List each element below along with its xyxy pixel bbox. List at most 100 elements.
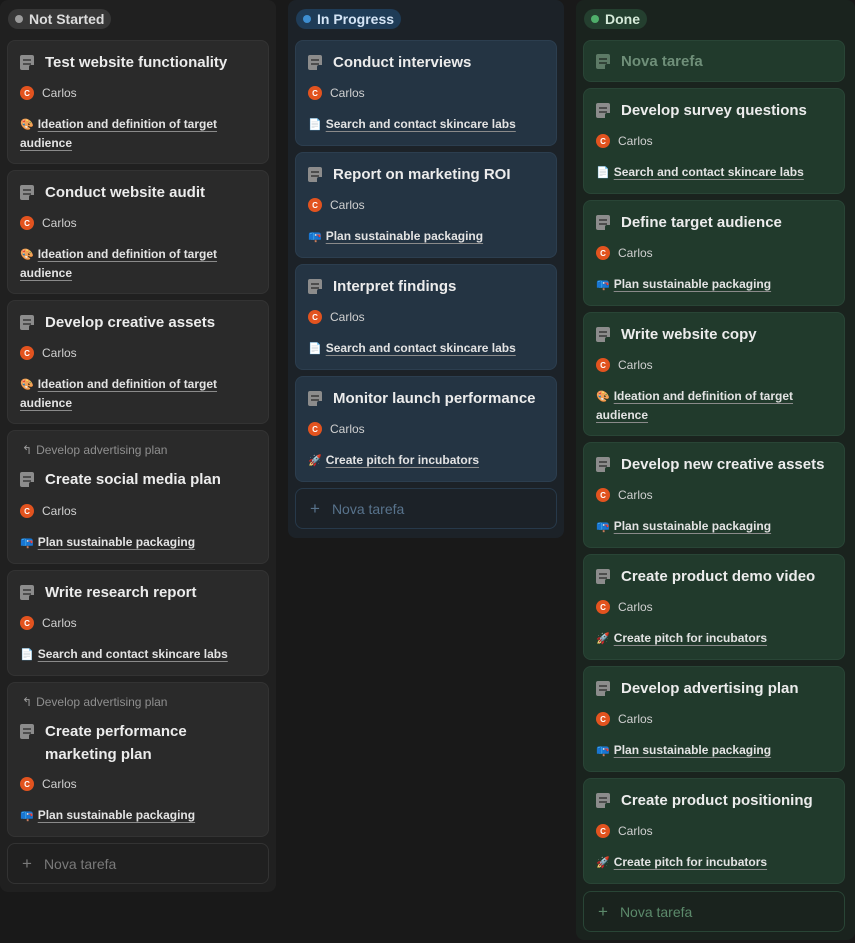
task-card[interactable]: Conduct interviews C Carlos 📄 Search and … bbox=[295, 40, 557, 146]
avatar: C bbox=[596, 824, 610, 838]
page-icon bbox=[596, 681, 610, 696]
assignee[interactable]: C Carlos bbox=[20, 616, 77, 630]
assignee[interactable]: C Carlos bbox=[20, 504, 77, 518]
task-card[interactable]: Develop new creative assets C Carlos 📪 Pl… bbox=[583, 442, 845, 548]
parent-task[interactable]: ↰ Develop advertising plan bbox=[22, 695, 167, 709]
parent-task-label: Develop advertising plan bbox=[36, 443, 168, 457]
assignee[interactable]: C Carlos bbox=[308, 422, 365, 436]
task-card[interactable]: Develop advertising plan C Carlos 📪 Plan … bbox=[583, 666, 845, 772]
task-card[interactable]: Define target audience C Carlos 📪 Plan su… bbox=[583, 200, 845, 306]
new-task-button[interactable]: + Nova tarefa bbox=[583, 891, 845, 932]
palette-icon: 🎨 bbox=[596, 391, 610, 403]
relation-link[interactable]: 🎨 Ideation and definition of target audie… bbox=[20, 375, 258, 412]
relation-text: Plan sustainable packaging bbox=[37, 535, 196, 549]
card-title-row: Conduct interviews bbox=[308, 51, 546, 74]
task-card[interactable]: ↰ Develop advertising plan Create social… bbox=[7, 430, 269, 564]
task-card[interactable]: Write website copy C Carlos 🎨 Ideation an… bbox=[583, 312, 845, 436]
relation-text: Search and contact skincare labs bbox=[613, 165, 804, 179]
relation-link[interactable]: 📄 Search and contact skincare labs bbox=[308, 115, 546, 134]
task-card[interactable]: Report on marketing ROI C Carlos 📪 Plan s… bbox=[295, 152, 557, 258]
assignee[interactable]: C Carlos bbox=[20, 86, 77, 100]
new-task-label: Nova tarefa bbox=[43, 855, 117, 872]
column-header: In Progress bbox=[296, 9, 402, 29]
assignee[interactable]: C Carlos bbox=[596, 712, 653, 726]
card-title-row: Develop survey questions bbox=[596, 99, 834, 122]
assignee[interactable]: C Carlos bbox=[596, 134, 653, 148]
relation-link[interactable]: 📪 Plan sustainable packaging bbox=[308, 227, 546, 246]
task-card[interactable]: Develop creative assets C Carlos 🎨 Ideati… bbox=[7, 300, 269, 424]
page-icon bbox=[20, 185, 34, 200]
card-title: Conduct website audit bbox=[45, 184, 206, 201]
new-task-button[interactable]: + Nova tarefa bbox=[7, 843, 269, 884]
assignee-name: Carlos bbox=[42, 346, 77, 360]
avatar: C bbox=[596, 600, 610, 614]
page-icon bbox=[596, 103, 610, 118]
assignee-name: Carlos bbox=[42, 86, 77, 100]
task-card[interactable]: Write research report C Carlos 📄 Search a… bbox=[7, 570, 269, 676]
assignee-name: Carlos bbox=[618, 134, 653, 148]
relation-link[interactable]: 🎨 Ideation and definition of target audie… bbox=[596, 387, 834, 424]
page-icon bbox=[20, 55, 34, 70]
card-title-row: Conduct website audit bbox=[20, 181, 258, 204]
task-card[interactable]: Develop survey questions C Carlos 📄 Searc… bbox=[583, 88, 845, 194]
column-label: Not Started bbox=[29, 11, 105, 27]
assignee[interactable]: C Carlos bbox=[20, 216, 77, 230]
relation-link[interactable]: 📪 Plan sustainable packaging bbox=[596, 517, 834, 536]
status-badge-in-progress[interactable]: In Progress bbox=[296, 9, 402, 29]
assignee-name: Carlos bbox=[330, 310, 365, 324]
relation-link[interactable]: 🚀 Create pitch for incubators bbox=[596, 629, 834, 648]
assignee[interactable]: C Carlos bbox=[308, 86, 365, 100]
new-task-button[interactable]: + Nova tarefa bbox=[295, 488, 557, 529]
relation-link[interactable]: 📪 Plan sustainable packaging bbox=[596, 741, 834, 760]
relation-link[interactable]: 🎨 Ideation and definition of target audie… bbox=[20, 245, 258, 282]
rocket-icon: 🚀 bbox=[596, 857, 610, 869]
relation-link[interactable]: 📄 Search and contact skincare labs bbox=[20, 645, 258, 664]
assignee[interactable]: C Carlos bbox=[596, 246, 653, 260]
relation-link[interactable]: 🚀 Create pitch for incubators bbox=[596, 853, 834, 872]
card-title-row: Develop creative assets bbox=[20, 311, 258, 334]
status-badge-not-started[interactable]: Not Started bbox=[8, 9, 112, 29]
assignee[interactable]: C Carlos bbox=[596, 600, 653, 614]
relation-link[interactable]: 🚀 Create pitch for incubators bbox=[308, 451, 546, 470]
assignee[interactable]: C Carlos bbox=[596, 488, 653, 502]
assignee[interactable]: C Carlos bbox=[308, 198, 365, 212]
card-title-row: Write research report bbox=[20, 581, 258, 604]
palette-icon: 🎨 bbox=[20, 249, 34, 261]
draft-task-card[interactable]: Nova tarefa bbox=[583, 40, 845, 82]
assignee-name: Carlos bbox=[618, 600, 653, 614]
status-badge-done[interactable]: Done bbox=[584, 9, 647, 29]
avatar: C bbox=[308, 310, 322, 324]
task-card[interactable]: Interpret findings C Carlos 📄 Search and … bbox=[295, 264, 557, 370]
page-icon bbox=[20, 724, 34, 739]
task-card[interactable]: Create product positioning C Carlos 🚀 Cre… bbox=[583, 778, 845, 884]
column-label: Done bbox=[605, 11, 640, 27]
relation-link[interactable]: 📪 Plan sustainable packaging bbox=[20, 806, 258, 825]
assignee-name: Carlos bbox=[618, 712, 653, 726]
assignee[interactable]: C Carlos bbox=[596, 824, 653, 838]
assignee-name: Carlos bbox=[42, 504, 77, 518]
relation-link[interactable]: 📪 Plan sustainable packaging bbox=[20, 533, 258, 552]
palette-icon: 🎨 bbox=[20, 379, 34, 391]
task-card[interactable]: Create product demo video C Carlos 🚀 Crea… bbox=[583, 554, 845, 660]
relation-text: Search and contact skincare labs bbox=[37, 647, 228, 661]
relation-link[interactable]: 📄 Search and contact skincare labs bbox=[596, 163, 834, 182]
assignee[interactable]: C Carlos bbox=[20, 346, 77, 360]
column-header: Done bbox=[584, 9, 647, 29]
task-card[interactable]: Monitor launch performance C Carlos 🚀 Cre… bbox=[295, 376, 557, 482]
assignee[interactable]: C Carlos bbox=[596, 358, 653, 372]
assignee[interactable]: C Carlos bbox=[20, 777, 77, 791]
parent-task[interactable]: ↰ Develop advertising plan bbox=[22, 443, 167, 457]
card-title-row: Create social media plan bbox=[20, 468, 258, 491]
relation-link[interactable]: 📄 Search and contact skincare labs bbox=[308, 339, 546, 358]
relation-link[interactable]: 📪 Plan sustainable packaging bbox=[596, 275, 834, 294]
relation-link[interactable]: 🎨 Ideation and definition of target audie… bbox=[20, 115, 258, 152]
column-not-started: Not Started Test website functionality C… bbox=[0, 0, 276, 892]
task-card[interactable]: ↰ Develop advertising plan Create perfor… bbox=[7, 682, 269, 837]
page-icon bbox=[308, 279, 322, 294]
assignee[interactable]: C Carlos bbox=[308, 310, 365, 324]
task-card[interactable]: Test website functionality C Carlos 🎨 Ide… bbox=[7, 40, 269, 164]
relation-text: Ideation and definition of target audien… bbox=[596, 389, 794, 422]
assignee-name: Carlos bbox=[618, 488, 653, 502]
task-card[interactable]: Conduct website audit C Carlos 🎨 Ideation… bbox=[7, 170, 269, 294]
avatar: C bbox=[596, 712, 610, 726]
